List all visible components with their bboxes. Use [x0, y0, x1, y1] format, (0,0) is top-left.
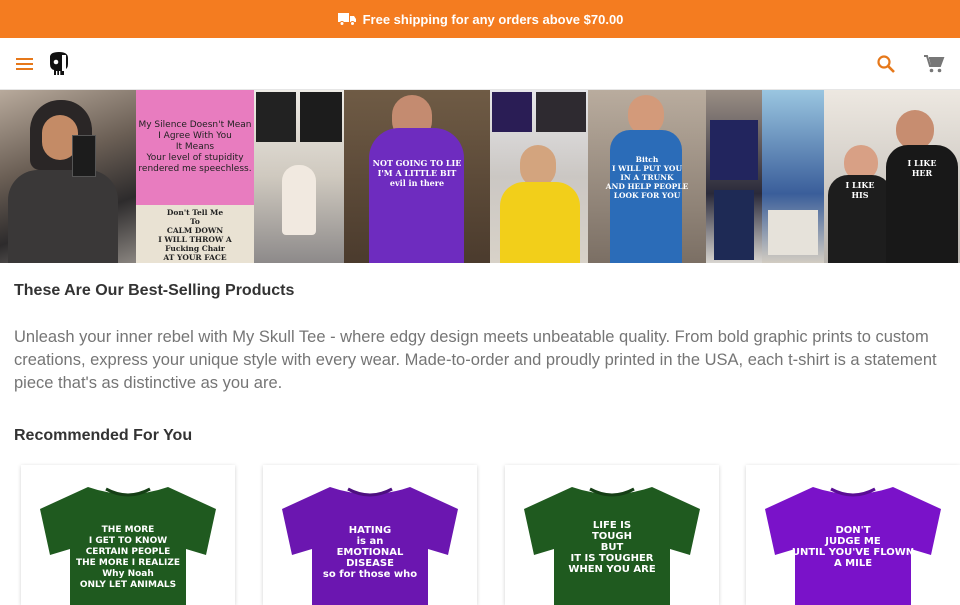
truck-icon — [337, 12, 357, 26]
banner-photo: Bitch I WILL PUT YOU IN A TRUNK AND HELP… — [588, 90, 706, 263]
product-card[interactable]: HATING is an EMOTIONAL DISEASE so for th… — [263, 465, 477, 605]
product-carousel: THE MORE I GET TO KNOW CERTAIN PEOPLE TH… — [0, 465, 960, 605]
best-selling-title: These Are Our Best-Selling Products — [14, 282, 295, 299]
product-print: DON'T JUDGE ME UNTIL YOU'VE FLOWN A MILE — [791, 525, 915, 569]
product-card[interactable]: DON'T JUDGE ME UNTIL YOU'VE FLOWN A MILE — [746, 465, 960, 605]
best-selling-description: Unleash your inner rebel with My Skull T… — [14, 328, 937, 392]
hero-banner[interactable]: My Silence Doesn't Mean I Agree With You… — [0, 90, 960, 263]
product-print: LIFE IS TOUGH BUT IT IS TOUGHER WHEN YOU… — [568, 520, 656, 575]
banner-photo — [490, 90, 588, 263]
banner-photo: My Silence Doesn't Mean I Agree With You… — [136, 90, 254, 263]
promo-bar: Free shipping for any orders above $70.0… — [0, 0, 960, 38]
banner-caption: I LIKE HIS — [845, 180, 875, 200]
banner-photo — [254, 90, 344, 263]
banner-caption: I LIKE HER — [907, 158, 937, 178]
product-card[interactable]: THE MORE I GET TO KNOW CERTAIN PEOPLE TH… — [21, 465, 235, 605]
banner-photo — [762, 90, 824, 263]
cart-icon[interactable] — [922, 52, 946, 76]
banner-caption: NOT GOING TO LIE I'M A LITTLE BIT evil i… — [372, 158, 462, 188]
recommended-title: Recommended For You — [14, 427, 193, 444]
banner-photo: NOT GOING TO LIE I'M A LITTLE BIT evil i… — [344, 90, 490, 263]
banner-caption: Bitch I WILL PUT YOU IN A TRUNK AND HELP… — [605, 155, 689, 200]
banner-photo — [0, 90, 136, 263]
skull-logo[interactable] — [47, 50, 71, 78]
product-print: THE MORE I GET TO KNOW CERTAIN PEOPLE TH… — [75, 525, 181, 590]
search-icon[interactable] — [874, 52, 898, 76]
banner-photo — [706, 90, 762, 263]
product-card[interactable]: LIFE IS TOUGH BUT IT IS TOUGHER WHEN YOU… — [505, 465, 719, 605]
promo-text: Free shipping for any orders above $70.0… — [362, 11, 624, 27]
banner-photo: I LIKE HIS I LIKE HER — [824, 90, 960, 263]
banner-caption: Don't Tell Me To CALM DOWN I WILL THROW … — [158, 208, 232, 262]
menu-icon[interactable] — [13, 52, 37, 76]
product-print: HATING is an EMOTIONAL DISEASE so for th… — [322, 525, 418, 580]
site-header — [0, 38, 960, 90]
banner-caption: My Silence Doesn't Mean I Agree With You… — [138, 120, 252, 174]
